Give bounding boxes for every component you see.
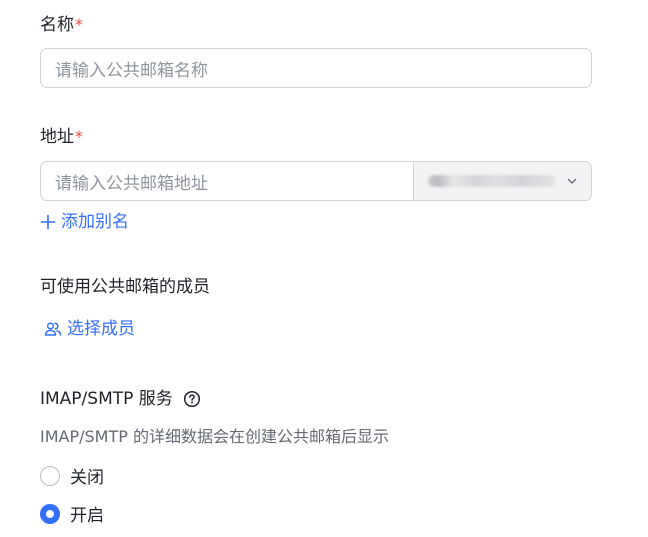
name-label: 名称*	[40, 14, 83, 36]
address-input-placeholder: 请输入公共邮箱地址	[55, 173, 208, 194]
plus-icon	[40, 214, 56, 230]
address-field: 请输入公共邮箱地址	[40, 161, 592, 201]
address-label-text: 地址	[40, 127, 74, 147]
add-alias-button[interactable]: 添加别名	[40, 211, 129, 233]
question-circle-icon[interactable]	[183, 390, 201, 408]
radio-option-on-label: 开启	[70, 506, 104, 526]
imap-smtp-label: IMAP/SMTP 服务	[40, 388, 201, 410]
radio-option-off-label: 关闭	[70, 468, 104, 488]
select-members-button[interactable]: 选择成员	[44, 318, 135, 340]
add-alias-label: 添加别名	[61, 212, 129, 232]
domain-select[interactable]	[413, 162, 591, 200]
address-label: 地址*	[40, 126, 83, 148]
address-input[interactable]: 请输入公共邮箱地址	[41, 162, 413, 200]
radio-button-off[interactable]	[40, 465, 60, 486]
members-label: 可使用公共邮箱的成员	[40, 277, 210, 297]
domain-value-obscured	[428, 175, 556, 187]
imap-smtp-description: IMAP/SMTP 的详细数据会在创建公共邮箱后显示	[40, 427, 389, 446]
imap-smtp-label-text: IMAP/SMTP 服务	[40, 389, 173, 409]
required-mark: *	[75, 127, 83, 146]
name-label-text: 名称	[40, 15, 74, 35]
name-input[interactable]: 请输入公共邮箱名称	[40, 48, 592, 88]
name-input-placeholder: 请输入公共邮箱名称	[55, 60, 208, 81]
chevron-down-icon	[567, 176, 577, 186]
select-members-label: 选择成员	[67, 319, 135, 339]
required-mark: *	[75, 15, 83, 34]
radio-option-off[interactable]: 关闭	[40, 463, 104, 488]
radio-button-on[interactable]	[40, 503, 60, 524]
user-group-icon	[44, 321, 62, 337]
radio-option-on[interactable]: 开启	[40, 501, 104, 526]
